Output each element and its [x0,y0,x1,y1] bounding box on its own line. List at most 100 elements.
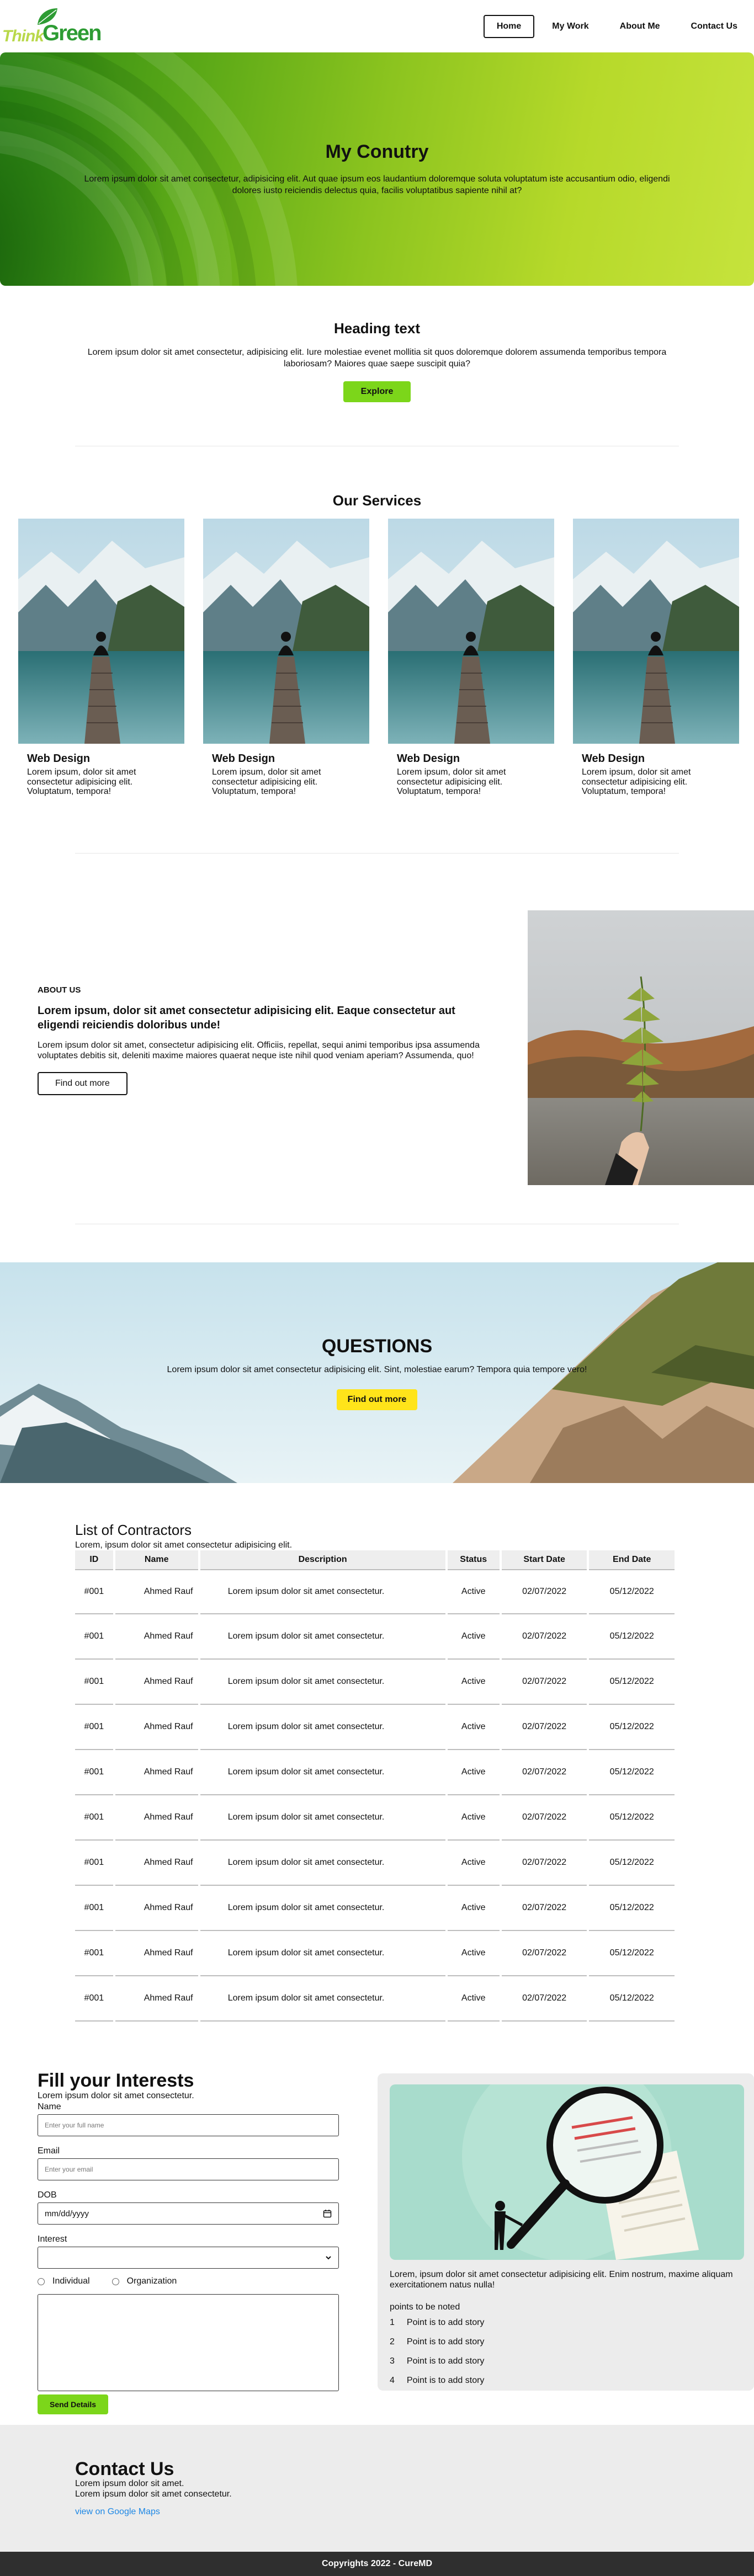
service-card-title: Web Design [212,753,275,765]
nav-my-work[interactable]: My Work [539,15,602,38]
lake-mountain-image [203,519,369,744]
cell-status: Active [447,1976,500,2022]
point-number: 2 [390,2337,395,2347]
table-row: #001 Ahmed Rauf Lorem ipsum dolor sit amet… [75,1795,675,1841]
radio-individual-dot[interactable] [38,2278,45,2285]
table-row: #001 Ahmed Rauf Lorem ipsum dolor sit amet… [75,1750,675,1795]
point-text: Point is to add story [406,2318,485,2328]
chevron-down-icon [326,2256,331,2260]
explore-button[interactable]: Explore [343,381,411,402]
hero-banner: My Conutry Lorem ipsum dolor sit amet co… [0,52,754,286]
name-input[interactable]: Enter your full name [38,2114,339,2136]
column-header-end-date: End Date [589,1550,675,1569]
cell-start-date: 02/07/2022 [501,1841,587,1886]
calendar-icon[interactable] [323,2209,332,2218]
interest-type-radios: Individual Organization [38,2276,339,2286]
contact-line-2: Lorem ipsum dolor sit amet consectetur. [75,2489,232,2499]
list-item: 1 Point is to add story [390,2318,742,2328]
form-subtitle: Lorem ipsum dolor sit amet consectetur. [38,2091,194,2100]
point-number: 1 [390,2318,395,2328]
cell-id: #001 [75,1976,113,2022]
side-text: Lorem, ipsum dolor sit amet consectetur … [390,2270,733,2290]
find-out-more-button[interactable]: Find out more [38,1072,128,1096]
cell-end-date: 05/12/2022 [589,1660,675,1705]
nav-home[interactable]: Home [483,14,535,38]
cell-id: #001 [75,1614,113,1660]
dob-input[interactable]: mm/dd/yyyy [38,2202,339,2225]
lake-mountain-image [18,519,184,744]
contact-title: Contact Us [75,2458,174,2479]
cell-description: Lorem ipsum dolor sit amet consectetur. [200,1886,445,1931]
questions-find-out-more-button[interactable]: Find out more [336,1389,418,1410]
contact-content: Contact Us Lorem ipsum dolor sit amet. L… [75,2460,232,2517]
radio-individual[interactable]: Individual [38,2276,90,2286]
cell-start-date: 02/07/2022 [501,1750,587,1795]
cell-end-date: 05/12/2022 [589,1976,675,2022]
cell-id: #001 [75,1931,113,1976]
column-header-description: Description [200,1550,445,1569]
cell-name: Ahmed Rauf [115,1614,198,1660]
point-number: 3 [390,2356,395,2366]
google-maps-link[interactable]: view on Google Maps [75,2507,232,2517]
cell-id: #001 [75,1841,113,1886]
contact-section: Contact Us Lorem ipsum dolor sit amet. L… [0,2425,754,2552]
points-list: 1 Point is to add story 2 Point is to add … [390,2318,742,2386]
message-textarea[interactable] [38,2294,339,2391]
cell-name: Ahmed Rauf [115,1750,198,1795]
point-text: Point is to add story [406,2376,485,2386]
contact-line-1: Lorem ipsum dolor sit amet. [75,2479,184,2488]
service-card[interactable]: Web Design Lorem ipsum, dolor sit amet c… [388,519,554,797]
table-row: #001 Ahmed Rauf Lorem ipsum dolor sit amet… [75,1886,675,1931]
send-details-button[interactable]: Send Details [38,2394,109,2414]
leaf-icon [38,8,57,25]
table-row: #001 Ahmed Rauf Lorem ipsum dolor sit amet… [75,1931,675,1976]
logo[interactable]: Think Green [2,7,102,46]
service-card[interactable]: Web Design Lorem ipsum, dolor sit amet c… [573,519,739,797]
cell-name: Ahmed Rauf [115,1931,198,1976]
nav-contact-us[interactable]: Contact Us [678,15,751,38]
email-placeholder: Enter your email [45,2166,93,2173]
cell-status: Active [447,1886,500,1931]
cell-name: Ahmed Rauf [115,1976,198,2022]
cell-description: Lorem ipsum dolor sit amet consectetur. [200,1614,445,1660]
cell-start-date: 02/07/2022 [501,1795,587,1841]
service-card[interactable]: Web Design Lorem ipsum, dolor sit amet c… [203,519,369,797]
column-header-id: ID [75,1550,113,1569]
cell-description: Lorem ipsum dolor sit amet consectetur. [200,1750,445,1795]
cell-id: #001 [75,1750,113,1795]
point-text: Point is to add story [406,2356,485,2366]
radio-organization-dot[interactable] [111,2278,119,2285]
cell-description: Lorem ipsum dolor sit amet consectetur. [200,1705,445,1750]
hero-content: My Conutry Lorem ipsum dolor sit amet co… [0,52,754,286]
cell-description: Lorem ipsum dolor sit amet consectetur. [200,1569,445,1614]
service-card-title: Web Design [397,753,460,765]
cell-name: Ahmed Rauf [115,1886,198,1931]
cell-status: Active [447,1931,500,1976]
interest-select[interactable] [38,2247,339,2269]
column-header-name: Name [115,1550,198,1569]
cell-name: Ahmed Rauf [115,1841,198,1886]
service-card[interactable]: Web Design Lorem ipsum, dolor sit amet c… [18,519,184,797]
cell-start-date: 02/07/2022 [501,1705,587,1750]
table-row: #001 Ahmed Rauf Lorem ipsum dolor sit amet… [75,1569,675,1614]
cell-end-date: 05/12/2022 [589,1841,675,1886]
cell-start-date: 02/07/2022 [501,1614,587,1660]
list-item: 3 Point is to add story [390,2356,742,2366]
cell-status: Active [447,1750,500,1795]
cell-start-date: 02/07/2022 [501,1886,587,1931]
logo-think-text: Think [2,26,44,45]
table-row: #001 Ahmed Rauf Lorem ipsum dolor sit amet… [75,1660,675,1705]
table-body: #001 Ahmed Rauf Lorem ipsum dolor sit amet… [75,1569,675,2022]
divider [75,853,679,854]
radio-organization[interactable]: Organization [111,2276,177,2286]
cell-description: Lorem ipsum dolor sit amet consectetur. [200,1660,445,1705]
cell-name: Ahmed Rauf [115,1660,198,1705]
cell-status: Active [447,1795,500,1841]
lake-mountain-image [573,519,739,744]
email-input[interactable]: Enter your email [38,2158,339,2180]
radio-organization-label: Organization [126,2276,177,2286]
nav-about-me[interactable]: About Me [607,15,673,38]
cell-end-date: 05/12/2022 [589,1886,675,1931]
cell-description: Lorem ipsum dolor sit amet consectetur. [200,1795,445,1841]
service-card-title: Web Design [582,753,645,765]
